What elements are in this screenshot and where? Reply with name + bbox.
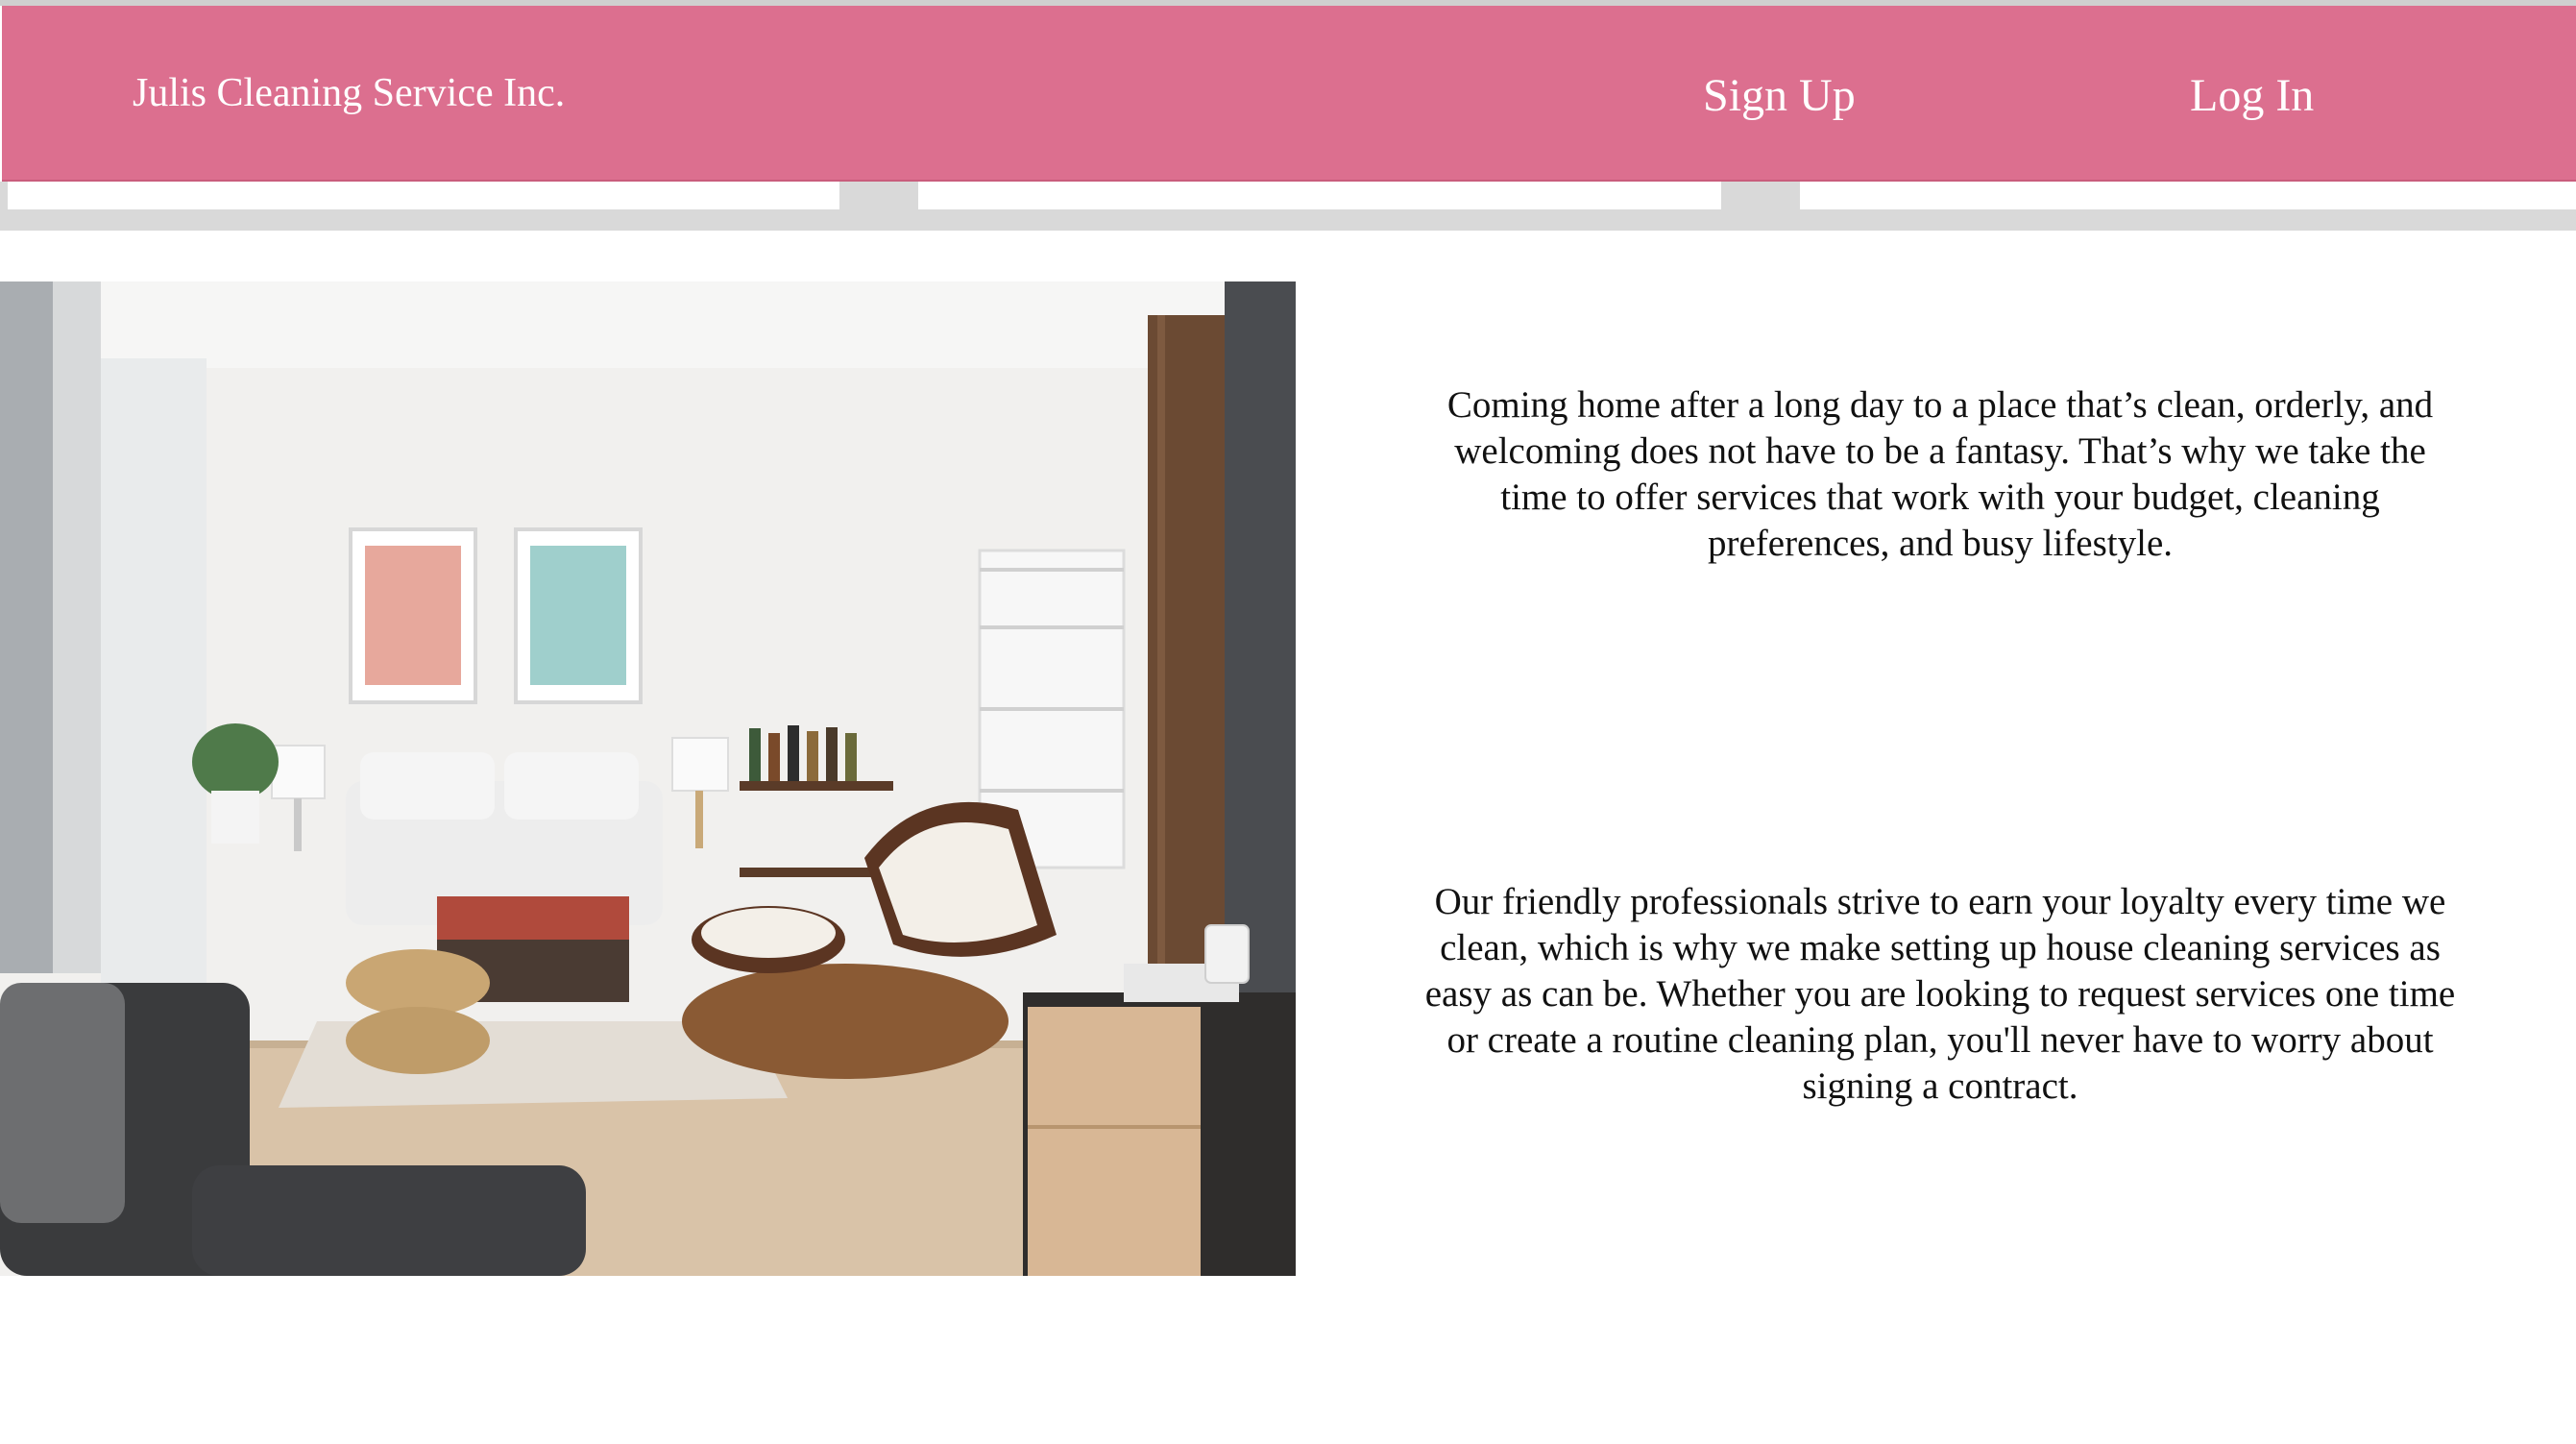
log-in-link[interactable]: Log In bbox=[2190, 73, 2314, 119]
brand-name: Julis Cleaning Service Inc. bbox=[133, 71, 566, 115]
intro-paragraph: Coming home after a long day to a place … bbox=[1446, 384, 2434, 564]
tab-slot-3[interactable] bbox=[1800, 182, 2576, 209]
site-header: Julis Cleaning Service Inc. Sign Up Log … bbox=[2, 6, 2576, 182]
sign-up-link[interactable]: Sign Up bbox=[1703, 73, 1856, 119]
tab-slot-2[interactable] bbox=[918, 182, 1721, 209]
tab-strip bbox=[0, 182, 2576, 231]
living-room-photo bbox=[0, 281, 1296, 1276]
professionals-paragraph: Our friendly professionals strive to ear… bbox=[1424, 881, 2456, 1107]
tab-slot-1[interactable] bbox=[8, 182, 839, 209]
